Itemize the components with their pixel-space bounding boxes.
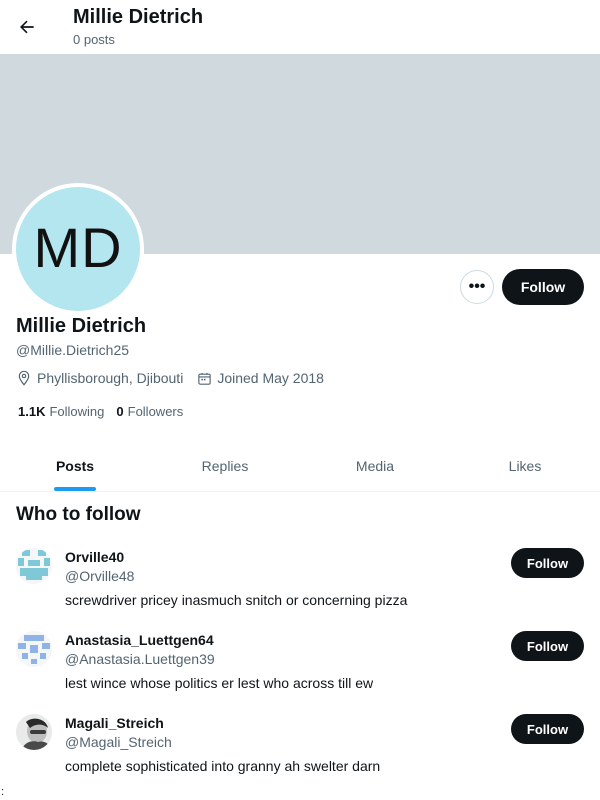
follow-button[interactable]: Follow — [502, 269, 584, 305]
profile-handle: @Millie.Dietrich25 — [16, 342, 130, 358]
suggestion-avatar[interactable] — [16, 714, 52, 750]
suggestion-handle: @Magali_Streich — [65, 734, 172, 750]
location-pin-icon — [18, 370, 30, 386]
followers-count: 0 — [116, 404, 124, 419]
tab-label: Posts — [55, 457, 95, 474]
identicon-avatar-icon — [16, 631, 52, 667]
suggestion-bio: screwdriver pricey inasmuch snitch or co… — [65, 592, 408, 608]
suggestion-follow-button[interactable]: Follow — [511, 548, 584, 578]
suggestion-handle: @Orville48 — [65, 568, 135, 584]
location: Phyllisborough, Djibouti — [16, 370, 183, 386]
suggestion-bio: lest wince whose politics er lest who ac… — [65, 675, 374, 691]
more-options-button[interactable]: ••• — [460, 270, 494, 304]
photo-avatar-icon — [16, 714, 52, 750]
tab-replies[interactable]: Replies — [150, 440, 300, 491]
suggestion-avatar[interactable] — [16, 548, 52, 584]
page-title: Millie Dietrich — [73, 6, 204, 28]
suggestion-follow-button[interactable]: Follow — [511, 714, 584, 744]
following-link[interactable]: 1.1K Following — [18, 404, 104, 419]
suggestion-name[interactable]: Anastasia_Luettgen64 — [65, 632, 214, 648]
following-count: 1.1K — [18, 404, 46, 419]
tab-label: Replies — [201, 457, 249, 474]
profile-meta: Phyllisborough, Djibouti Joined May 2018 — [16, 370, 338, 386]
joined-date: Joined May 2018 — [197, 370, 324, 386]
who-to-follow-heading: Who to follow — [16, 504, 141, 525]
followers-link[interactable]: 0 Followers — [116, 404, 183, 419]
active-tab-indicator — [54, 487, 96, 491]
suggestion-item[interactable]: Anastasia_Luettgen64 @Anastasia.Luettgen… — [0, 631, 600, 711]
followers-label: Followers — [127, 404, 184, 419]
suggestion-name[interactable]: Orville40 — [65, 549, 124, 565]
identicon-avatar-icon — [16, 548, 52, 584]
following-label: Following — [49, 404, 105, 419]
profile-avatar[interactable]: MD — [12, 183, 144, 315]
profile-tabs: Posts Replies Media Likes — [0, 440, 600, 492]
post-count: 0 posts — [73, 32, 115, 47]
suggestion-follow-button[interactable]: Follow — [511, 631, 584, 661]
edge-artifact: : — [1, 786, 5, 798]
calendar-icon — [198, 372, 211, 385]
location-text: Phyllisborough, Djibouti — [37, 370, 184, 386]
suggestion-avatar[interactable] — [16, 631, 52, 667]
back-button[interactable] — [10, 10, 44, 44]
profile-name: Millie Dietrich — [16, 315, 147, 337]
suggestion-bio: complete sophisticated into granny ah sw… — [65, 758, 381, 774]
arrow-left-icon — [20, 20, 34, 34]
tab-label: Likes — [508, 457, 542, 474]
avatar-initials: MD — [16, 187, 140, 311]
follow-stats: 1.1K Following 0 Followers — [18, 404, 195, 419]
suggestion-name[interactable]: Magali_Streich — [65, 715, 164, 731]
tab-likes[interactable]: Likes — [450, 440, 600, 491]
suggestion-item[interactable]: Orville40 @Orville48 screwdriver pricey … — [0, 548, 600, 628]
suggestion-item[interactable]: Magali_Streich @Magali_Streich complete … — [0, 714, 600, 794]
top-bar: Millie Dietrich 0 posts — [0, 0, 600, 54]
tab-media[interactable]: Media — [300, 440, 450, 491]
suggestion-handle: @Anastasia.Luettgen39 — [65, 651, 215, 667]
tab-label: Media — [355, 457, 395, 474]
joined-text: Joined May 2018 — [217, 370, 324, 386]
tab-posts[interactable]: Posts — [0, 440, 150, 491]
more-icon: ••• — [468, 278, 486, 295]
